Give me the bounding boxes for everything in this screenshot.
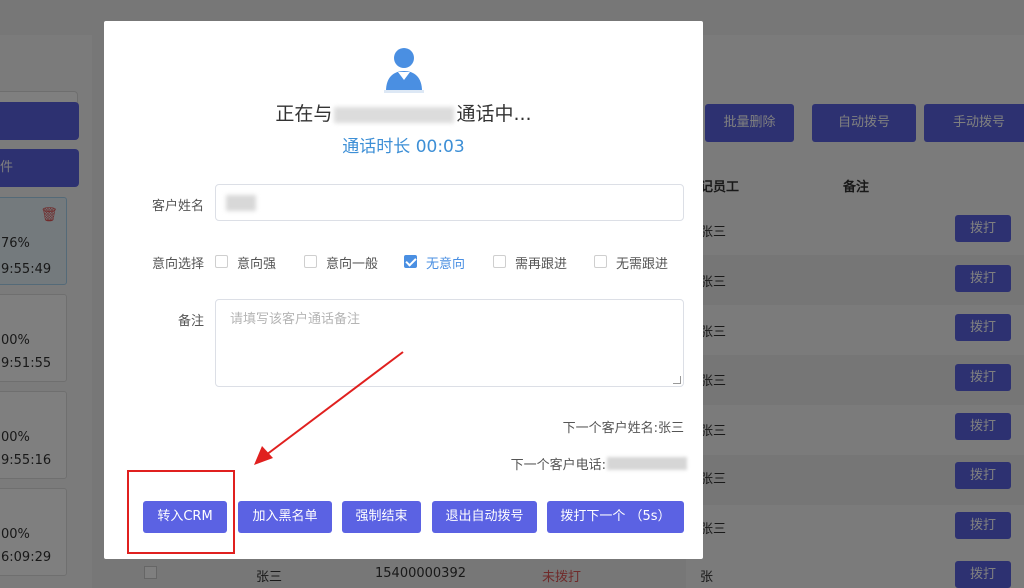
remark-placeholder: 请填写该客户通话备注: [230, 312, 361, 327]
call-status-title: 正在与 通话中...: [104, 99, 703, 126]
call-title-prefix: 正在与: [275, 103, 333, 125]
option-label: 意向强: [237, 257, 277, 272]
checkbox[interactable]: [304, 255, 317, 268]
customer-name-label: 客户姓名: [151, 199, 204, 214]
dial-next-button[interactable]: 拨打下一个 （5s）: [547, 501, 684, 533]
force-end-button[interactable]: 强制结束: [342, 501, 421, 533]
option-label: 无需跟进: [616, 257, 669, 272]
annotation-highlight-box: [127, 470, 235, 554]
call-title-suffix: 通话中...: [456, 103, 532, 125]
customer-name-input[interactable]: [215, 184, 684, 221]
checkbox[interactable]: [594, 255, 607, 268]
blurred-next-phone: [607, 457, 687, 470]
option-label: 意向一般: [326, 257, 379, 272]
remark-label: 备注: [177, 314, 204, 329]
intent-label: 意向选择: [151, 257, 204, 272]
next-customer-phone-label: 下一个客户电话:: [510, 458, 606, 473]
resize-handle-icon[interactable]: [673, 376, 681, 384]
exit-auto-dial-button[interactable]: 退出自动拨号: [432, 501, 537, 533]
remark-textarea[interactable]: 请填写该客户通话备注: [215, 299, 684, 387]
checkbox[interactable]: [493, 255, 506, 268]
checkbox[interactable]: [215, 255, 228, 268]
option-label: 需再跟进: [515, 257, 568, 272]
option-label: 无意向: [426, 257, 466, 272]
blurred-name: [226, 195, 256, 211]
call-duration: 通话时长 00:03: [342, 137, 465, 157]
add-blacklist-button[interactable]: 加入黑名单: [238, 501, 332, 533]
user-avatar-icon: [384, 48, 424, 93]
checkbox-checked[interactable]: [404, 255, 417, 268]
blurred-phone: [334, 106, 455, 123]
next-customer-name: 下一个客户姓名:张三: [562, 421, 684, 436]
